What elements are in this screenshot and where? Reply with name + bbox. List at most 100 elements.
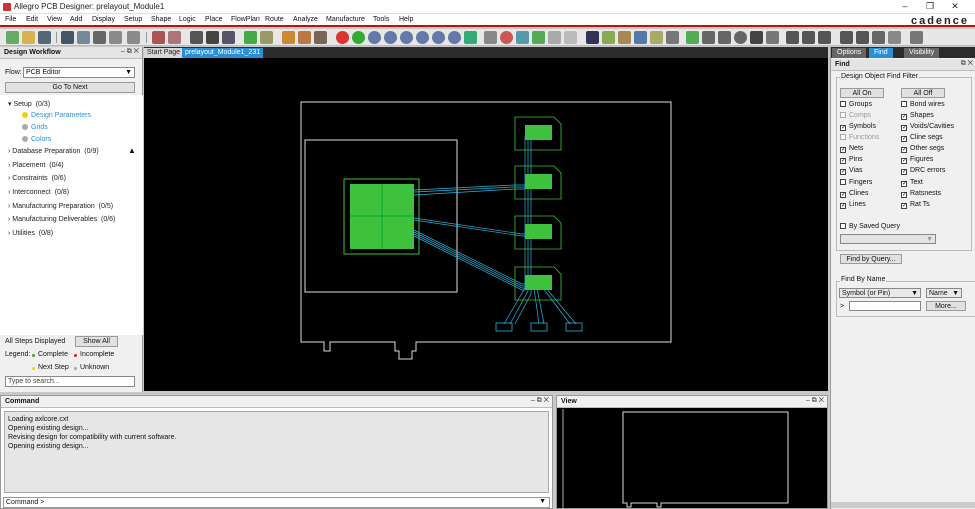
chevron-down-icon[interactable]: ▼ xyxy=(539,498,546,505)
filter-figures[interactable]: ✓ Figures xyxy=(901,156,933,164)
filter-symbols[interactable]: ✓ Symbols xyxy=(840,123,876,131)
sheet-icon[interactable] xyxy=(564,31,577,44)
tree-item-colors[interactable]: Colors xyxy=(22,136,51,143)
filter-rat-ts[interactable]: ✓ Rat Ts xyxy=(901,201,930,209)
tree-item-setup[interactable]: ▾ Setup (0/3) xyxy=(8,100,50,108)
filter-text[interactable]: ✓ Text xyxy=(901,179,923,187)
dimension-icon[interactable] xyxy=(786,31,799,44)
menu-add[interactable]: Add xyxy=(70,16,82,23)
share-icon[interactable] xyxy=(910,31,923,44)
snap-icon[interactable] xyxy=(260,31,273,44)
filter-lines[interactable]: ✓ Lines xyxy=(840,201,866,209)
visibility-icon[interactable] xyxy=(586,31,599,44)
saved-query-select[interactable]: ▼ xyxy=(840,234,936,244)
spin-icon[interactable] xyxy=(222,31,235,44)
import-icon[interactable] xyxy=(856,31,869,44)
color-icon[interactable] xyxy=(500,31,513,44)
menu-edit[interactable]: Edit xyxy=(26,16,38,23)
minimize-icon[interactable]: – xyxy=(895,1,915,13)
menu-place[interactable]: Place xyxy=(205,16,223,23)
menu-shape[interactable]: Shape xyxy=(151,16,171,23)
find-icon[interactable] xyxy=(734,31,747,44)
delay-tune-icon[interactable] xyxy=(314,31,327,44)
go-to-next-button[interactable]: Go To Next xyxy=(5,82,135,93)
filter-pins[interactable]: ✓ Pins xyxy=(840,156,863,164)
settings-icon[interactable] xyxy=(666,31,679,44)
command-input[interactable]: Command > ▼ xyxy=(3,497,550,508)
measure-icon[interactable] xyxy=(718,31,731,44)
highlight-icon[interactable] xyxy=(602,31,615,44)
filter-cline-segs[interactable]: ✓ Cline segs xyxy=(901,134,943,142)
comment-icon[interactable] xyxy=(888,31,901,44)
tab-visibility[interactable]: Visibility xyxy=(904,48,940,58)
filter-nets[interactable]: ✓ Nets xyxy=(840,145,863,153)
shape-add-icon[interactable] xyxy=(686,31,699,44)
snapshot-icon[interactable] xyxy=(766,31,779,44)
brightness-icon[interactable] xyxy=(650,31,663,44)
filter-clines[interactable]: ✓ Clines xyxy=(840,190,868,198)
unrats-icon[interactable] xyxy=(352,31,365,44)
redo-icon[interactable] xyxy=(127,31,140,44)
delete-icon[interactable] xyxy=(93,31,106,44)
slide-icon[interactable] xyxy=(298,31,311,44)
new-icon[interactable] xyxy=(6,31,19,44)
tree-item-database-preparation[interactable]: › Database Preparation (0/9) xyxy=(8,148,99,155)
tab-start-page[interactable]: Start Page xyxy=(144,48,184,58)
text-icon[interactable] xyxy=(206,31,219,44)
name-input[interactable] xyxy=(849,301,921,311)
distribute-icon[interactable] xyxy=(818,31,831,44)
rectangle-icon[interactable] xyxy=(750,31,763,44)
filter-shapes[interactable]: ✓ Shapes xyxy=(901,112,934,120)
redraw-icon[interactable] xyxy=(448,31,461,44)
dehighlight-icon[interactable] xyxy=(618,31,631,44)
all-off-button[interactable]: All Off xyxy=(901,88,945,98)
saved-query-checkbox[interactable]: By Saved Query xyxy=(840,223,900,230)
tree-item-constraints[interactable]: › Constraints (0/6) xyxy=(8,175,66,182)
save-icon[interactable] xyxy=(38,31,51,44)
tree-item-interconnect[interactable]: › Interconnect (0/8) xyxy=(8,189,69,196)
unpin-icon[interactable] xyxy=(168,31,181,44)
place-icon[interactable] xyxy=(244,31,257,44)
report-icon[interactable] xyxy=(548,31,561,44)
zoom-icon[interactable] xyxy=(368,31,381,44)
drc-icon[interactable] xyxy=(336,31,349,44)
tree-item-utilities[interactable]: › Utilities (0/8) xyxy=(8,230,53,237)
zoom-prev-icon[interactable] xyxy=(432,31,445,44)
filter-comps[interactable]: Comps xyxy=(840,112,871,119)
symbol-type-select[interactable]: Symbol (or Pin) ▼ xyxy=(839,288,921,298)
menu-tools[interactable]: Tools xyxy=(373,16,389,23)
export-icon[interactable] xyxy=(840,31,853,44)
show-all-button[interactable]: Show All xyxy=(75,336,118,347)
more-button[interactable]: More... xyxy=(926,301,966,311)
tree-item-manufacturing-deliverables[interactable]: › Manufacturing Deliverables (0/6) xyxy=(8,216,115,223)
pin-icon[interactable] xyxy=(152,31,165,44)
filter-fingers[interactable]: Fingers xyxy=(840,179,872,186)
maximize-icon[interactable]: ❐ xyxy=(920,1,940,13)
zoom-fit-icon[interactable] xyxy=(384,31,397,44)
tree-item-placement[interactable]: › Placement (0/4) xyxy=(8,162,64,169)
move-icon[interactable] xyxy=(61,31,74,44)
zoom-out-icon[interactable] xyxy=(416,31,429,44)
align-icon[interactable] xyxy=(802,31,815,44)
undo-icon[interactable] xyxy=(109,31,122,44)
filter-bond-wires[interactable]: Bond wires xyxy=(901,101,945,108)
menu-analyze[interactable]: Analyze xyxy=(293,16,318,23)
menu-route[interactable]: Route xyxy=(265,16,284,23)
text-edit-icon[interactable] xyxy=(190,31,203,44)
menu-manufacture[interactable]: Manufacture xyxy=(326,16,365,23)
menu-display[interactable]: Display xyxy=(92,16,115,23)
all-on-button[interactable]: All On xyxy=(840,88,884,98)
workflow-search-input[interactable]: Type to search... xyxy=(5,376,135,387)
assign-color-icon[interactable] xyxy=(634,31,647,44)
tab-prelayout-module[interactable]: prelayout_Module1_231 xyxy=(182,48,264,58)
filter-groups[interactable]: Groups xyxy=(840,101,872,108)
zoom-in-icon[interactable] xyxy=(400,31,413,44)
find-by-query-button[interactable]: Find by Query... xyxy=(840,254,902,264)
filter-ratsnests[interactable]: ✓ Ratsnests xyxy=(901,190,941,198)
design-canvas[interactable] xyxy=(144,58,828,391)
route-icon[interactable] xyxy=(282,31,295,44)
open-icon[interactable] xyxy=(22,31,35,44)
shading-icon[interactable] xyxy=(532,31,545,44)
filter-drc-errors[interactable]: ✓ DRC errors xyxy=(901,167,945,175)
copy-icon[interactable] xyxy=(77,31,90,44)
